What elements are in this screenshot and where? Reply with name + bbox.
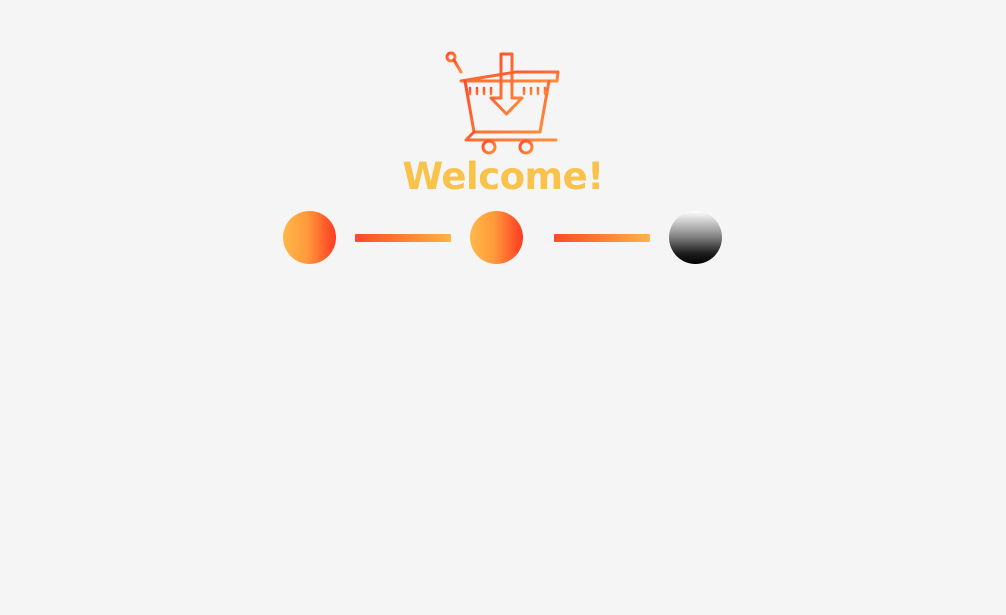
- step-2-indicator: [470, 211, 523, 264]
- onboarding-screen: Welcome!: [0, 0, 1006, 615]
- step-connector-2: [554, 234, 650, 242]
- step-connector-1: [355, 234, 451, 242]
- step-3-indicator: [669, 211, 722, 264]
- welcome-title: Welcome!: [402, 155, 604, 198]
- step-1-indicator: [283, 211, 336, 264]
- shopping-cart-download-icon: [445, 51, 560, 155]
